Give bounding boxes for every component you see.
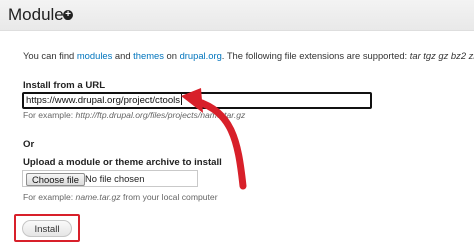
or-label: Or	[23, 139, 35, 150]
modules-link[interactable]: modules	[77, 50, 112, 61]
upload-example-prefix: For example:	[23, 192, 76, 202]
text-caret	[181, 94, 183, 105]
no-file-chosen-text: No file chosen	[85, 173, 145, 184]
annotation-arrow	[181, 88, 247, 190]
supported-extensions: tar tgz gz bz2 zip	[409, 50, 474, 61]
intro-and: and	[112, 50, 134, 61]
install-button[interactable]: Install	[22, 220, 72, 237]
upload-description: For example: name.tar.gz from your local…	[23, 192, 218, 202]
choose-file-button[interactable]: Choose file	[26, 173, 85, 186]
intro-on: on	[163, 50, 180, 61]
page-header: Modules +	[0, 0, 474, 31]
upload-example-suffix: from your local computer	[120, 192, 218, 202]
file-upload-field[interactable]: Choose file No file chosen	[22, 170, 198, 187]
intro-text: You can find modules and themes on drupa…	[23, 50, 474, 61]
install-url-value: https://www.drupal.org/project/ctools	[26, 95, 181, 106]
intro-prefix: You can find	[23, 50, 77, 61]
modules-page: Modules + You can find modules and theme…	[0, 0, 474, 249]
url-example-value: http://ftp.drupal.org/files/projects/nam…	[75, 110, 246, 120]
themes-link[interactable]: themes	[133, 50, 164, 61]
upload-label: Upload a module or theme archive to inst…	[23, 157, 222, 168]
url-example-prefix: For example:	[23, 110, 76, 120]
intro-supported: . The following file extensions are supp…	[221, 50, 410, 61]
install-url-input[interactable]: https://www.drupal.org/project/ctools	[22, 92, 372, 109]
drupal-link[interactable]: drupal.org	[180, 50, 222, 61]
install-url-label: Install from a URL	[23, 80, 106, 91]
install-url-description: For example: http://ftp.drupal.org/files…	[23, 110, 245, 120]
plus-circle-icon[interactable]: +	[63, 10, 73, 20]
upload-example-value: name.tar.gz	[75, 192, 121, 202]
